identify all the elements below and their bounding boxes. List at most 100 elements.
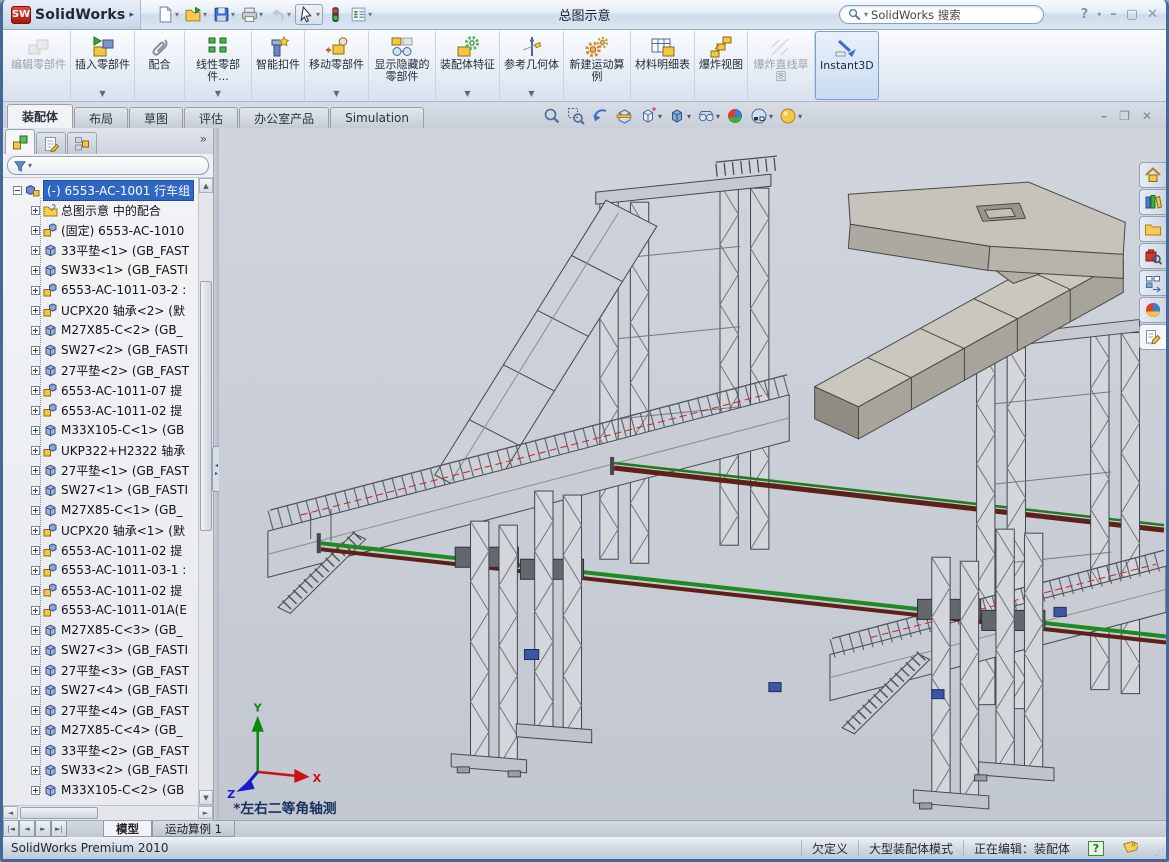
command-tab-3[interactable]: 草图 — [129, 107, 183, 128]
tree-item[interactable]: 总图示意 中的配合 — [3, 200, 198, 220]
dropdown-arrow-icon[interactable]: ▾ — [769, 112, 773, 121]
tree-item[interactable]: 27平垫<3> (GB_FAST — [3, 660, 198, 680]
resize-grip[interactable]: ⋰ — [1152, 837, 1166, 859]
scroll-up-button[interactable]: ▲ — [199, 178, 213, 193]
tree-item[interactable]: UKP322+H2322 轴承 — [3, 440, 198, 460]
command-tab-2[interactable]: 布局 — [74, 107, 128, 128]
edit-appearance-button[interactable] — [726, 107, 744, 125]
view-orientation-button[interactable]: ▾ — [639, 107, 662, 125]
expand-box[interactable] — [31, 286, 40, 295]
command-tab-5[interactable]: 办公室产品 — [239, 107, 329, 128]
ribbon-button-assembly-features[interactable]: 装配体特征▼ — [436, 31, 500, 100]
expand-box[interactable] — [31, 606, 40, 615]
right-gantry-unit[interactable] — [815, 182, 1166, 734]
tree-item[interactable]: SW27<4> (GB_FASTI — [3, 680, 198, 700]
tree-item[interactable]: 6553-AC-1011-03-1 : — [3, 560, 198, 580]
expand-box[interactable] — [31, 306, 40, 315]
expand-box[interactable] — [31, 746, 40, 755]
help-button[interactable]: ? — [1081, 8, 1089, 21]
expand-box[interactable] — [31, 786, 40, 795]
save-button[interactable]: ▾ — [211, 5, 237, 24]
undo-button[interactable]: ▾ — [267, 5, 293, 24]
dropdown-arrow-icon[interactable]: ▾ — [203, 10, 207, 19]
dropdown-arrow-icon[interactable]: ▾ — [231, 10, 235, 19]
dropdown-arrow-icon[interactable]: ▾ — [259, 10, 263, 19]
tree-root-item[interactable]: (-) 6553-AC-1001 行车组 — [3, 180, 198, 200]
ribbon-button-exploded-view[interactable]: 爆炸视图 — [695, 31, 748, 100]
display-style-button[interactable]: ▾ — [668, 107, 691, 125]
select-button[interactable]: ▾ — [295, 4, 323, 25]
expand-box[interactable] — [31, 546, 40, 555]
expand-box[interactable] — [31, 586, 40, 595]
zoom-to-area-button[interactable] — [567, 107, 585, 125]
tree-item[interactable]: 6553-AC-1011-02 提 — [3, 580, 198, 600]
dropdown-arrow-icon[interactable]: ▼ — [215, 89, 221, 99]
expand-box[interactable] — [31, 406, 40, 415]
expand-box[interactable] — [31, 206, 40, 215]
expand-box[interactable] — [31, 246, 40, 255]
new-document-button[interactable]: ▾ — [155, 5, 181, 24]
taskpane-view-palette-tab[interactable] — [1139, 270, 1166, 296]
model-3d-view[interactable]: Y X Z *左右二等角轴测 — [219, 128, 1166, 820]
first-tab-button[interactable]: |◄ — [3, 821, 19, 837]
tree-item[interactable]: 27平垫<1> (GB_FAST — [3, 460, 198, 480]
zoom-to-fit-button[interactable] — [543, 107, 561, 125]
command-tab-6[interactable]: Simulation — [330, 107, 424, 128]
bottom-tab-1[interactable]: 模型 — [103, 821, 152, 837]
ribbon-button-edit-component[interactable]: 编辑零部件 — [7, 31, 71, 100]
expand-box[interactable] — [31, 366, 40, 375]
ribbon-button-linear-pattern[interactable]: 线性零部件...▼ — [185, 31, 252, 100]
ribbon-button-mate[interactable]: 配合 — [135, 31, 185, 100]
scroll-right-button[interactable]: ► — [198, 806, 213, 819]
filter-dropdown-icon[interactable]: ▾ — [28, 161, 32, 170]
doc-minimize-button[interactable]: – — [1101, 109, 1107, 123]
scroll-thumb[interactable] — [200, 281, 212, 531]
hide-show-items-button[interactable]: ▾ — [697, 107, 720, 125]
tab-configuration-manager[interactable] — [67, 132, 97, 154]
ribbon-button-smart-fasteners[interactable]: 智能扣件 — [252, 31, 305, 100]
dropdown-arrow-icon[interactable]: ▾ — [368, 10, 372, 19]
expand-box[interactable] — [31, 526, 40, 535]
expand-box[interactable] — [31, 666, 40, 675]
taskpane-design-library-tab[interactable] — [1139, 189, 1166, 215]
expand-box[interactable] — [31, 646, 40, 655]
scroll-left-button[interactable]: ◄ — [3, 806, 18, 819]
dropdown-arrow-icon[interactable]: ▼ — [528, 89, 534, 99]
hscroll-thumb[interactable] — [20, 807, 98, 819]
tree-item[interactable]: SW27<3> (GB_FASTI — [3, 640, 198, 660]
tree-horizontal-scrollbar[interactable]: ◄ ► — [3, 805, 213, 820]
taskpane-custom-properties-tab[interactable] — [1139, 324, 1166, 350]
tree-item[interactable]: M27X85-C<2> (GB_ — [3, 320, 198, 340]
drive-unit-blue[interactable] — [524, 650, 538, 660]
apply-scene-button[interactable]: ▾ — [750, 107, 773, 125]
command-tab-1[interactable]: 装配体 — [7, 104, 73, 128]
drive-unit-blue[interactable] — [932, 690, 944, 699]
section-view-button[interactable] — [615, 107, 633, 125]
expand-box[interactable] — [31, 566, 40, 575]
next-tab-button[interactable]: ► — [35, 821, 51, 837]
dropdown-arrow-icon[interactable]: ▾ — [316, 10, 320, 19]
tree-item[interactable]: 33平垫<1> (GB_FAST — [3, 240, 198, 260]
options-button[interactable]: ▾ — [348, 5, 374, 24]
tree-item[interactable]: SW27<2> (GB_FASTI — [3, 340, 198, 360]
dropdown-arrow-icon[interactable]: ▼ — [99, 89, 105, 99]
ribbon-button-show-hidden[interactable]: 显示隐藏的零部件 — [369, 31, 436, 100]
tree-vertical-scrollbar[interactable]: ▲ ▼ — [198, 178, 213, 805]
doc-close-button[interactable]: ✕ — [1142, 109, 1152, 123]
tree-item[interactable]: M33X105-C<1> (GB — [3, 420, 198, 440]
expand-box[interactable] — [31, 346, 40, 355]
tree-item[interactable]: 27平垫<4> (GB_FAST — [3, 700, 198, 720]
taskpane-solidworks-resources-tab[interactable] — [1139, 162, 1166, 188]
tree-item[interactable]: M27X85-C<1> (GB_ — [3, 500, 198, 520]
prev-tab-button[interactable]: ◄ — [19, 821, 35, 837]
expand-box[interactable] — [31, 266, 40, 275]
taskpane-file-explorer-tab[interactable] — [1139, 216, 1166, 242]
ribbon-button-motion-study[interactable]: 新建运动算例 — [564, 31, 631, 100]
previous-view-button[interactable] — [591, 107, 609, 125]
expand-box[interactable] — [31, 626, 40, 635]
dropdown-arrow-icon[interactable]: ▾ — [687, 112, 691, 121]
ribbon-button-explode-sketch[interactable]: 爆炸直线草图 — [748, 31, 815, 100]
open-button[interactable]: ▾ — [183, 5, 209, 24]
rear-rail-beam[interactable] — [610, 457, 1164, 530]
expand-box[interactable] — [31, 726, 40, 735]
